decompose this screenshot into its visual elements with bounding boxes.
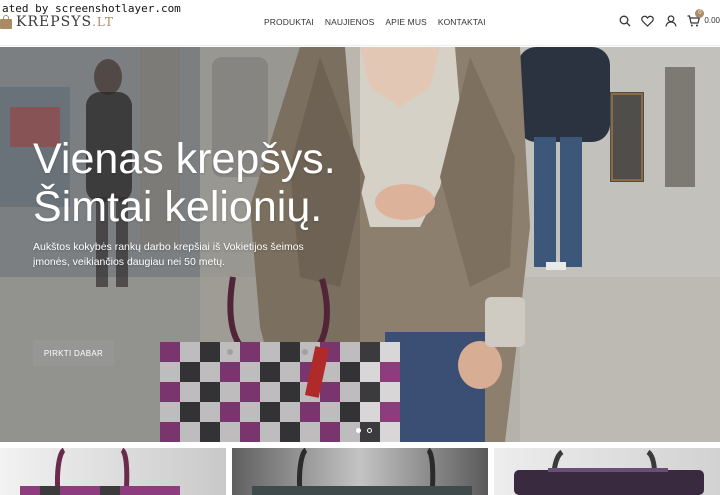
hero-subtitle: Aukštos kokybės rankų darbo krepšiai iš …: [33, 241, 304, 268]
logo-tld: .LT: [92, 15, 114, 29]
heart-icon[interactable]: [641, 14, 655, 27]
nav-item-produktai[interactable]: PRODUKTAI: [264, 17, 314, 27]
search-icon[interactable]: [618, 14, 631, 27]
slider-pagination: [356, 428, 372, 433]
cart-count-badge: 0: [695, 9, 705, 18]
watermark-text: ated by screenshotlayer.com: [0, 2, 183, 15]
main-navigation: PRODUKTAI NAUJIENOS APIE MUS KONTAKTAI: [264, 17, 486, 27]
cart-button[interactable]: 0 0.00: [687, 9, 720, 27]
nav-item-apie-mus[interactable]: APIE MUS: [385, 17, 426, 27]
slider-dot-1[interactable]: [356, 428, 361, 433]
nav-item-naujienos[interactable]: NAUJIENOS: [325, 17, 375, 27]
bag-logo-icon: [0, 15, 12, 29]
slider-dot-2[interactable]: [367, 428, 372, 433]
product-image-3: [514, 449, 704, 495]
product-card-1[interactable]: [0, 448, 226, 495]
header-tools: 0 0.00: [618, 9, 720, 27]
shop-now-button[interactable]: PIRKTI DABAR: [33, 340, 114, 366]
hero-title-line1: Vienas krepšys.: [33, 135, 336, 183]
nav-item-kontaktai[interactable]: KONTAKTAI: [438, 17, 486, 27]
user-icon[interactable]: [664, 14, 677, 27]
site-logo[interactable]: KREPSYS.LT: [0, 14, 114, 30]
product-card-2[interactable]: [232, 448, 488, 495]
product-image-2: [252, 448, 472, 495]
logo-name: KREPSYS: [16, 14, 93, 30]
product-card-3[interactable]: [494, 448, 720, 495]
hero-title-line2: Šimtai kelionių.: [33, 183, 323, 231]
hero-banner: Vienas krepšys. Šimtai kelionių. Aukštos…: [0, 47, 720, 442]
hero-title: Vienas krepšys. Šimtai kelionių.: [33, 135, 413, 231]
product-row: [0, 448, 720, 495]
logo-text: KREPSYS.LT: [16, 14, 114, 30]
cart-total: 0.00: [704, 16, 720, 25]
product-image-1: [20, 448, 180, 495]
